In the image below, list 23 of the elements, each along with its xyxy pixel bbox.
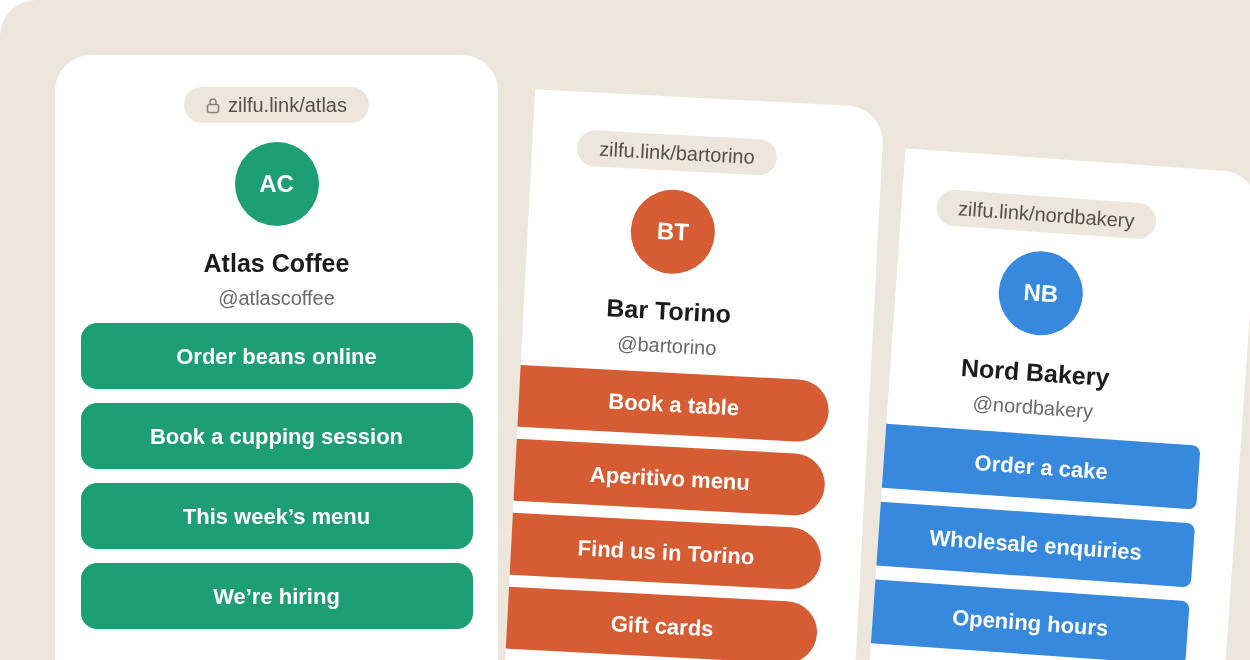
link-button[interactable]: This week’s menu [80, 483, 473, 550]
profile-url: zilfu.link/nordbakery [957, 196, 1136, 234]
avatar: AC [234, 142, 319, 226]
link-button[interactable]: Order a cake [881, 424, 1201, 510]
profile-name: Atlas Coffee [203, 248, 350, 279]
link-button[interactable]: Wholesale enquiries [876, 501, 1196, 588]
profile-handle: @nordbakery [971, 391, 1094, 425]
link-button[interactable]: Book a cupping session [80, 403, 473, 470]
profile-url: zilfu.link/atlas [228, 93, 347, 118]
profile-url: zilfu.link/bartorino [598, 136, 756, 170]
link-button[interactable]: Order beans online [80, 323, 473, 390]
profile-handle: @bartorino [616, 331, 718, 362]
link-button[interactable]: Opening hours [870, 579, 1190, 660]
link-button[interactable]: Book a table [517, 365, 831, 444]
link-button[interactable]: We’re hiring [80, 563, 473, 630]
profile-name: Bar Torino [605, 292, 732, 330]
profile-name: Nord Bakery [959, 351, 1111, 394]
lock-icon [206, 96, 221, 114]
link-button[interactable]: Gift cards [505, 586, 819, 660]
avatar: BT [628, 187, 717, 276]
profile-handle: @atlascoffee [218, 286, 335, 312]
link-button[interactable]: Aperitivo menu [513, 439, 827, 518]
link-button[interactable]: Find us in Torino [509, 513, 823, 592]
